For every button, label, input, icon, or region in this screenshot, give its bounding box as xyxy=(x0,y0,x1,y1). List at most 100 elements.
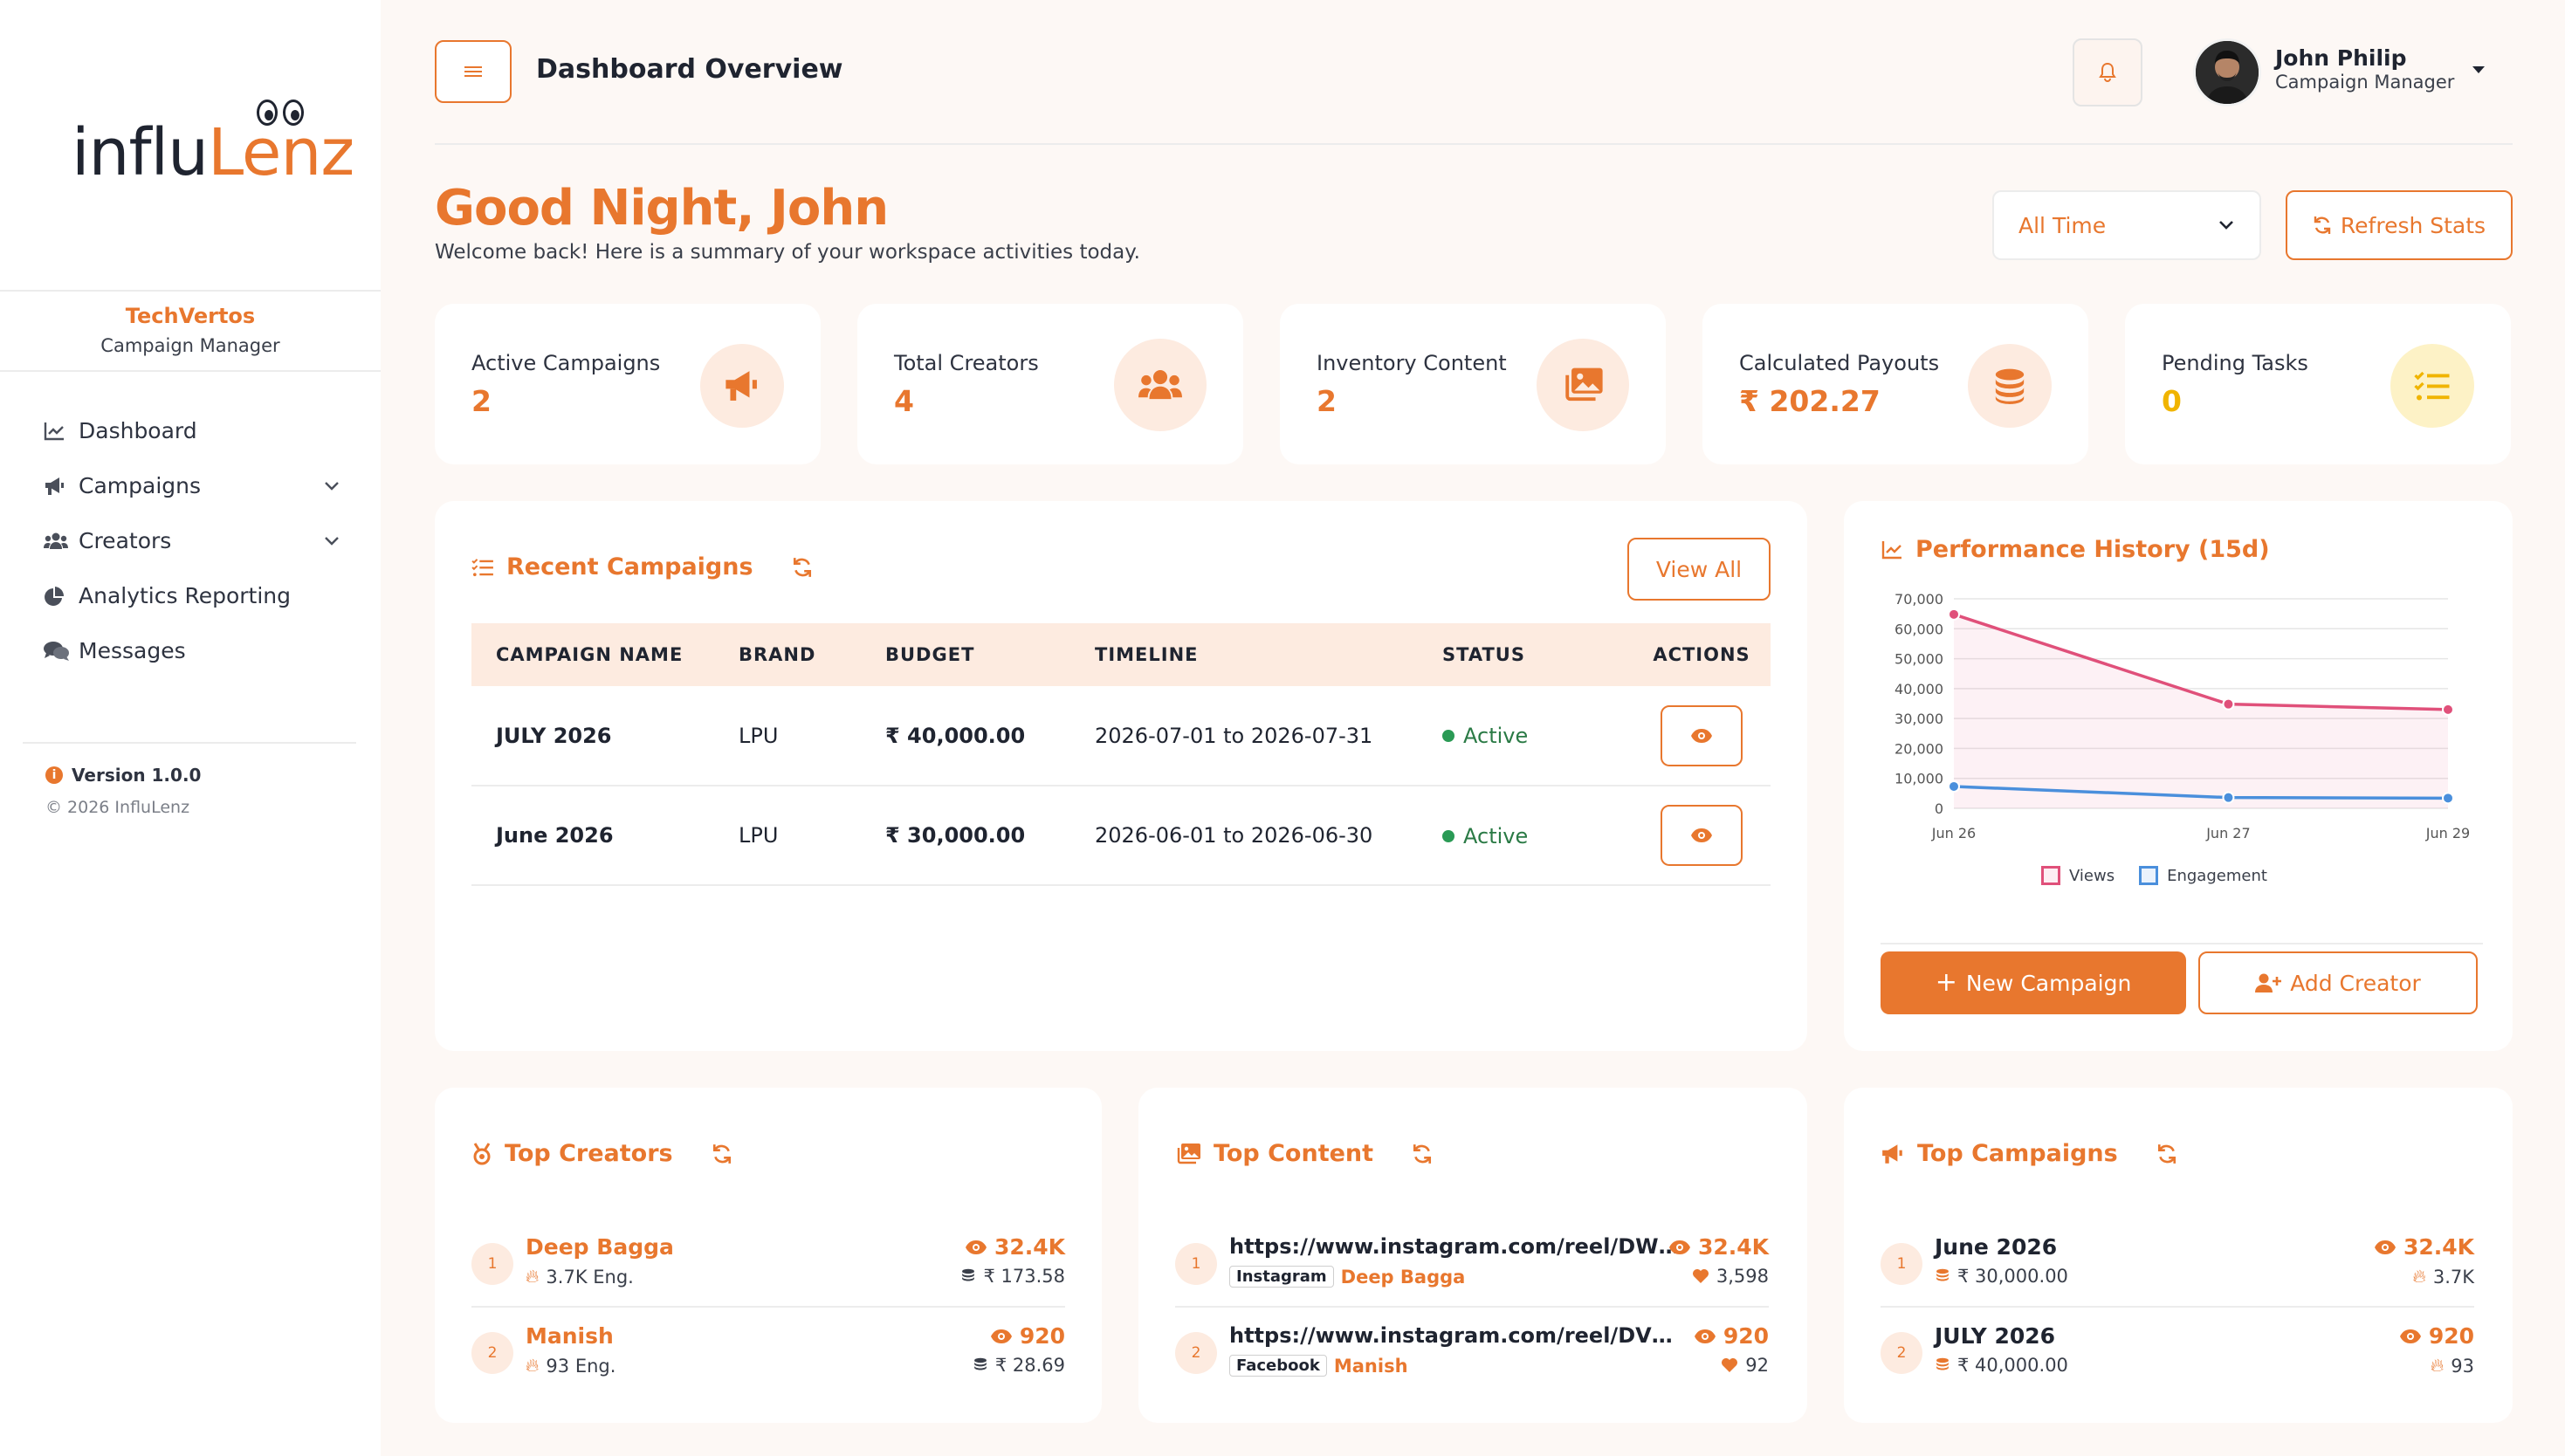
top-content-panel: Top Content 1 https://www.instagram.com/… xyxy=(1138,1088,1807,1423)
status-label: Active xyxy=(1463,724,1529,748)
content-url[interactable]: https://www.instagram.com/reel/DVn-L6m..… xyxy=(1229,1323,1683,1348)
stat-label: Pending Tasks xyxy=(2162,351,2308,375)
column-header: TIMELINE xyxy=(1095,623,1442,686)
y-tick-label: 40,000 xyxy=(1895,681,1943,697)
fire-icon: 🔥︎ xyxy=(2412,1266,2426,1287)
top-creators-list: 1 Deep Bagga 🔥︎ 3.7K Eng. 32.4K ₹ 173.58 … xyxy=(471,1219,1065,1393)
legend-item-engagement[interactable]: Engagement xyxy=(2139,866,2267,885)
time-range-value: All Time xyxy=(2018,212,2107,238)
data-point xyxy=(1948,780,1960,793)
header-divider xyxy=(435,143,2513,145)
creator-engagement: 🔥︎ 93 Eng. xyxy=(526,1355,616,1377)
content-creator[interactable]: Deep Bagga xyxy=(1341,1267,1466,1288)
chevron-down-icon xyxy=(2219,221,2233,230)
performance-line-chart: 0 10,000 20,000 30,000 40,000 50,000 60,000 70,… xyxy=(1895,591,2470,841)
list-item[interactable]: 1 June 2026 ₹ 30,000.00 32.4K 🔥︎ 3.7K xyxy=(1881,1219,2474,1306)
copyright: © 2026 InfluLenz xyxy=(45,798,190,817)
refresh-icon[interactable] xyxy=(2156,1144,2177,1164)
platform-tag: Instagram xyxy=(1229,1266,1334,1288)
sidebar-item-creators[interactable]: Creators xyxy=(44,513,340,568)
add-creator-button[interactable]: Add Creator xyxy=(2198,951,2478,1014)
x-tick-label: Jun 27 xyxy=(2205,825,2250,841)
creator-name[interactable]: Manish xyxy=(526,1323,614,1349)
rank-badge: 1 xyxy=(1881,1243,1922,1285)
series-area xyxy=(1954,614,2448,808)
chevron-down-icon[interactable] xyxy=(323,477,340,495)
content-url[interactable]: https://www.instagram.com/reel/DWyQ... xyxy=(1229,1234,1683,1259)
time-range-select[interactable]: All Time xyxy=(1992,190,2261,260)
refresh-icon[interactable] xyxy=(712,1144,732,1164)
app-logo[interactable]: influLenz xyxy=(72,96,354,192)
view-campaign-button[interactable] xyxy=(1661,805,1743,866)
sidebar: influLenz TechVertos Campaign Manager Da… xyxy=(0,0,381,1456)
content-creator[interactable]: Manish xyxy=(1334,1356,1408,1377)
refresh-icon[interactable] xyxy=(792,557,813,578)
heart-icon xyxy=(1722,1358,1738,1372)
campaign-budget: ₹ 40,000.00 xyxy=(885,686,1095,786)
campaign-name[interactable]: JULY 2026 xyxy=(1935,1323,2055,1349)
campaign-name[interactable]: June 2026 xyxy=(1935,1234,2057,1260)
platform-tag: Facebook xyxy=(1229,1355,1327,1377)
eye-icon xyxy=(1668,1240,1690,1254)
content-views: 920 xyxy=(1694,1323,1769,1349)
caret-down-icon[interactable] xyxy=(2472,66,2485,73)
stat-card-pending-tasks: Pending Tasks 0 xyxy=(2125,304,2511,464)
creator-name[interactable]: Deep Bagga xyxy=(526,1234,674,1260)
rank-badge: 1 xyxy=(471,1243,513,1285)
refresh-stats-button[interactable]: Refresh Stats xyxy=(2286,190,2513,260)
list-item[interactable]: 2 Manish 🔥︎ 93 Eng. 920 ₹ 28.69 xyxy=(471,1306,1065,1393)
sidebar-item-dashboard[interactable]: Dashboard xyxy=(44,403,340,458)
y-tick-label: 60,000 xyxy=(1895,621,1943,637)
view-all-button[interactable]: View All xyxy=(1627,538,1771,601)
users-icon xyxy=(1114,339,1207,431)
data-point xyxy=(1948,608,1960,621)
rank-badge: 2 xyxy=(471,1332,513,1374)
sidebar-item-campaigns[interactable]: Campaigns xyxy=(44,458,340,513)
list-item[interactable]: 2 JULY 2026 ₹ 40,000.00 920 🔥︎ 93 xyxy=(1881,1306,2474,1393)
user-name[interactable]: John Philip xyxy=(2275,45,2407,71)
panel-divider xyxy=(1881,943,2483,944)
table-row[interactable]: June 2026 LPU ₹ 30,000.00 2026-06-01 to … xyxy=(471,786,1771,886)
eye-icon xyxy=(2374,1240,2396,1254)
content-likes: 3,598 xyxy=(1692,1266,1769,1287)
content-meta: Facebook Manish xyxy=(1229,1355,1408,1377)
fire-icon: 🔥︎ xyxy=(2430,1355,2445,1376)
chevron-down-icon[interactable] xyxy=(323,532,340,550)
menu-toggle-button[interactable] xyxy=(435,40,512,103)
column-header: STATUS xyxy=(1442,623,1633,686)
y-tick-label: 30,000 xyxy=(1895,711,1943,727)
sidebar-item-analytics-reporting[interactable]: Analytics Reporting xyxy=(44,568,340,623)
legend-item-views[interactable]: Views xyxy=(2041,866,2115,885)
new-campaign-button[interactable]: + New Campaign xyxy=(1881,951,2186,1014)
view-campaign-button[interactable] xyxy=(1661,704,1743,766)
stat-card-calculated-payouts: Calculated Payouts ₹ 202.27 xyxy=(1702,304,2088,464)
column-header: BRAND xyxy=(739,623,885,686)
campaign-views: 920 xyxy=(2399,1323,2474,1349)
megaphone-icon xyxy=(1882,1144,1902,1164)
coins-icon xyxy=(1936,1357,1949,1370)
campaign-budget: ₹ 30,000.00 xyxy=(885,786,1095,886)
list-item[interactable]: 2 https://www.instagram.com/reel/DVn-L6m… xyxy=(1175,1306,1769,1393)
task-list-icon xyxy=(471,558,493,576)
column-header: ACTIONS xyxy=(1633,623,1771,686)
stat-value: 2 xyxy=(1317,384,1337,418)
avatar[interactable] xyxy=(2193,38,2261,106)
notifications-button[interactable] xyxy=(2073,38,2142,106)
table-row[interactable]: JULY 2026 LPU ₹ 40,000.00 2026-07-01 to … xyxy=(471,686,1771,786)
recent-campaigns-panel: Recent Campaigns View All CAMPAIGN NAME … xyxy=(435,501,1807,1051)
sidebar-item-messages[interactable]: Messages xyxy=(44,623,340,678)
stat-card-total-creators: Total Creators 4 xyxy=(857,304,1243,464)
panel-title: Top Creators xyxy=(505,1140,673,1167)
version-label: Version 1.0.0 xyxy=(72,765,202,786)
creator-views: 920 xyxy=(990,1323,1065,1349)
chart-line-icon xyxy=(44,422,79,441)
coins-icon xyxy=(973,1357,987,1370)
campaign-engagement: 🔥︎ 3.7K xyxy=(2412,1266,2474,1288)
eye-icon xyxy=(1691,828,1712,842)
campaign-timeline: 2026-06-01 to 2026-06-30 xyxy=(1095,786,1442,886)
list-item[interactable]: 1 Deep Bagga 🔥︎ 3.7K Eng. 32.4K ₹ 173.58 xyxy=(471,1219,1065,1306)
refresh-icon[interactable] xyxy=(1412,1144,1433,1164)
table-header-row: CAMPAIGN NAME BRAND BUDGET TIMELINE STAT… xyxy=(471,623,1771,686)
bell-icon xyxy=(2099,62,2116,82)
list-item[interactable]: 1 https://www.instagram.com/reel/DWyQ...… xyxy=(1175,1219,1769,1306)
